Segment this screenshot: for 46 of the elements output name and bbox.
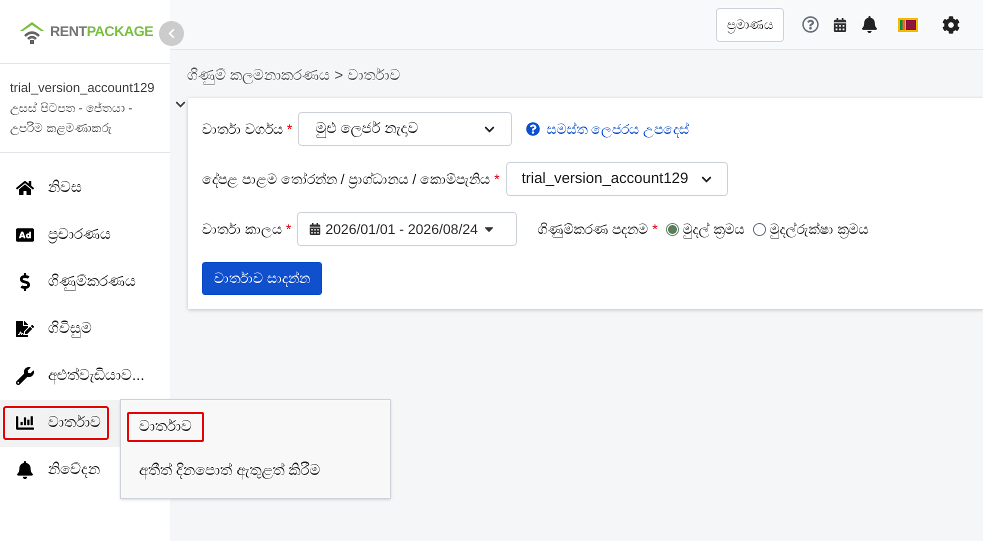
field-label: ගිණුම්කරණ පදනම * — [537, 220, 658, 240]
sidebar-item[interactable]: ප්‍රචාරණය — [3, 218, 119, 252]
ad-icon — [16, 226, 34, 244]
logo-text: RENTPACKAGE — [50, 22, 154, 41]
sidebar-item[interactable]: අළුත්වැඩියාව... — [3, 359, 153, 393]
bar-chart-icon — [16, 414, 34, 432]
notification-icon[interactable] — [861, 16, 878, 33]
help-icon — [526, 122, 540, 136]
breadcrumb: ගිණුම් කලමනාකරණය > වාර්තාව — [186, 66, 402, 87]
required-mark: * — [652, 220, 658, 236]
required-mark: * — [286, 220, 292, 236]
bell-icon — [16, 461, 34, 479]
account-role: උසස් පිටපත - ජේතයා - උපරිම කළමණාකරු — [10, 100, 134, 137]
radio-option[interactable]: මුදල්රුක්ෂා ක්‍රමය — [752, 218, 868, 240]
field-label: වාර්තා වර්ගය * — [202, 120, 292, 138]
quantity-button[interactable]: ප්‍රමාණය — [716, 8, 784, 42]
submenu-item[interactable]: වාර්තාව — [127, 412, 204, 442]
chevron-down-icon — [484, 124, 496, 134]
sidebar-item[interactable]: වාර්තාව — [3, 406, 109, 440]
account-name: trial_version_account129 — [10, 79, 156, 97]
date-range-field[interactable]: 2026/01/01 - 2026/08/24 — [297, 212, 518, 246]
chevron-left-icon — [166, 28, 177, 39]
sidebar-item[interactable]: ගිණුම්කරණය — [3, 265, 144, 299]
radio-option[interactable]: මුදල් ක්‍රමය — [666, 218, 745, 240]
flag-icon[interactable] — [898, 18, 918, 32]
report-type-select[interactable]: මුළු ලෙජර් නැදාව — [298, 112, 512, 146]
submenu-item[interactable]: අතීත් දිනපොත් ඇතුළත් කිරීම — [127, 456, 333, 486]
expand-icon[interactable] — [175, 99, 186, 110]
sidebar-item[interactable]: නිවේදන — [3, 453, 108, 487]
required-mark: * — [494, 170, 500, 186]
sidebar-item[interactable]: නිවස — [3, 171, 90, 205]
wrench-icon — [16, 367, 34, 385]
sidebar-item[interactable]: ගිවිසුම — [3, 312, 100, 346]
home-icon — [16, 179, 34, 197]
field-label: වාර්තා කාලය * — [202, 220, 292, 240]
chevron-down-icon — [700, 174, 712, 184]
settings-icon[interactable] — [942, 16, 960, 34]
signed-document-icon — [16, 320, 34, 338]
calendar-icon — [309, 223, 322, 235]
required-mark: * — [286, 120, 292, 136]
property-select[interactable]: trial_version_account129 — [506, 162, 728, 196]
ledger-help-link[interactable]: සමස්ත ලෙජරය උපදෙස් — [526, 118, 690, 140]
help-icon[interactable] — [802, 16, 819, 33]
field-label: දේපළ පාළම තෝරන්න / ප්‍රාග්ධානය / කොම්පැනිය * — [202, 170, 500, 190]
calendar-icon[interactable] — [833, 18, 847, 32]
create-report-button[interactable]: වාර්තාව සාදන්න — [202, 262, 322, 295]
